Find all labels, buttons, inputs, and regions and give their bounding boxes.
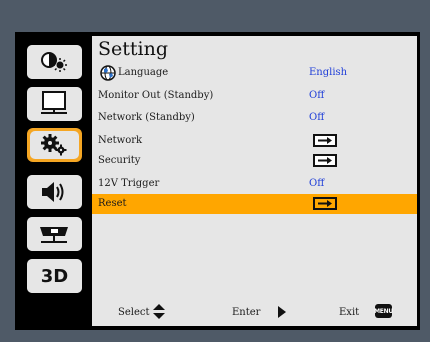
settings-icon <box>41 134 67 156</box>
menu-key-icon: MENU <box>374 304 393 318</box>
up-down-icon <box>153 304 165 319</box>
menu-label-12v-trigger: 12V Trigger <box>98 178 160 189</box>
menu-value-network-standby: Off <box>309 112 325 123</box>
arrow-right-icon <box>318 200 332 207</box>
page-title: Setting <box>98 38 169 60</box>
footer-select-label: Select <box>118 307 150 318</box>
menu-row-reset[interactable]: Reset <box>92 194 417 214</box>
menu-value-language: English <box>309 67 348 78</box>
screen-icon <box>41 91 67 114</box>
audio-icon <box>42 182 64 202</box>
menu-value-monitor-out-standby: Off <box>309 90 325 101</box>
menu-row-12v-trigger[interactable]: 12V Trigger Off <box>92 174 417 194</box>
sidebar-item-settings[interactable] <box>27 128 82 162</box>
menu-row-monitor-out-standby[interactable]: Monitor Out (Standby) Off <box>92 86 417 106</box>
menu-value-12v-trigger: Off <box>309 178 325 189</box>
menu-label-network-standby: Network (Standby) <box>98 112 195 123</box>
enter-submenu-button[interactable] <box>313 134 337 147</box>
menu-label-language: Language <box>118 67 169 78</box>
arrow-right-icon <box>318 157 332 164</box>
sidebar-item-3d[interactable]: 3D <box>27 259 82 293</box>
sidebar-item-screen[interactable] <box>27 87 82 121</box>
menu-label-security: Security <box>98 155 141 166</box>
footer-enter-label: Enter <box>232 307 261 318</box>
enter-submenu-button[interactable] <box>313 197 337 210</box>
menu-row-network-standby[interactable]: Network (Standby) Off <box>92 108 417 128</box>
menu-row-language[interactable]: Language English <box>92 63 417 83</box>
sidebar-item-audio[interactable] <box>27 175 82 209</box>
3d-icon: 3D <box>40 265 69 287</box>
menu-label-network: Network <box>98 135 143 146</box>
arrow-right-icon <box>318 137 332 144</box>
menu-label-monitor-out-standby: Monitor Out (Standby) <box>98 90 214 101</box>
footer-exit-label: Exit <box>339 307 360 318</box>
menu-row-network[interactable]: Network <box>92 131 417 151</box>
play-icon <box>278 306 286 318</box>
menu-row-security[interactable]: Security <box>92 151 417 171</box>
globe-icon <box>100 65 116 81</box>
projector-icon <box>40 227 68 243</box>
sidebar-item-projector[interactable] <box>27 217 82 251</box>
picture-icon <box>41 52 67 72</box>
enter-submenu-button[interactable] <box>313 154 337 167</box>
sidebar-item-picture[interactable] <box>27 45 82 79</box>
menu-label-reset: Reset <box>98 198 127 209</box>
